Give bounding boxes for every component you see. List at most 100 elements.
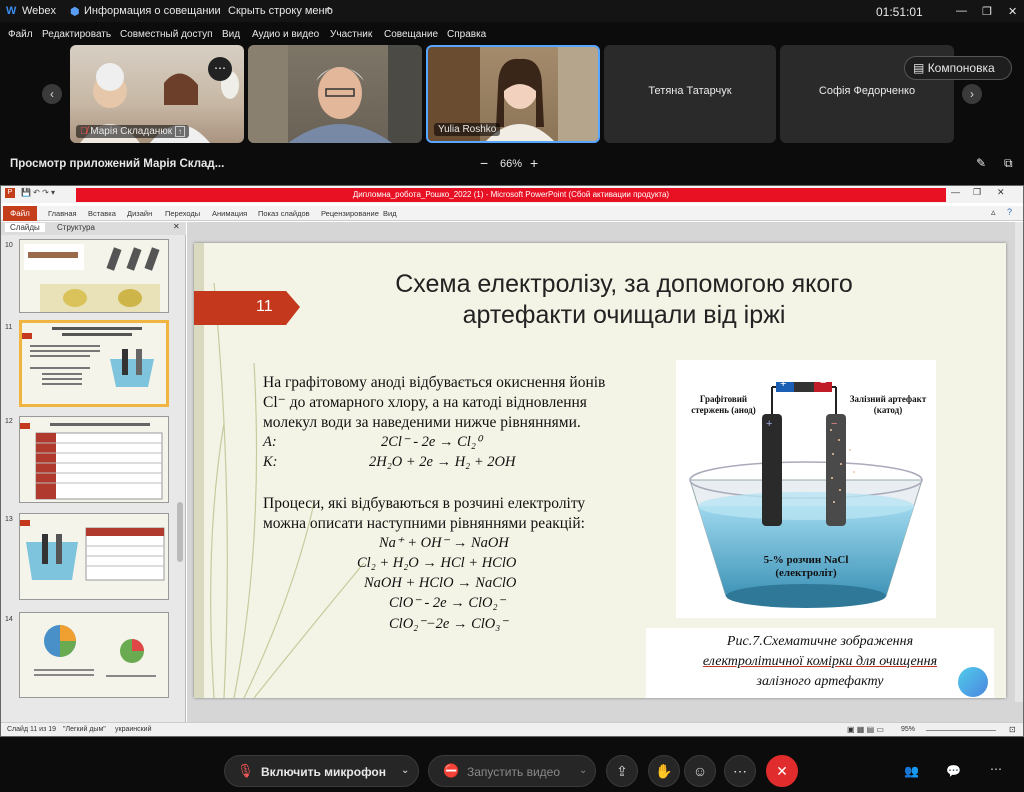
share-content-button[interactable]: ⇪ — [606, 755, 638, 787]
slide-thumbnail-13[interactable] — [19, 513, 169, 600]
cathode-minus-sign: − — [831, 418, 838, 430]
ribbon-tab-transitions[interactable]: Переходы — [165, 209, 200, 218]
meeting-info-button[interactable]: Информация о совещании — [84, 5, 221, 17]
slide-thumbnail-11[interactable] — [19, 320, 169, 407]
mic-muted-icon: 🎙̸ — [80, 126, 88, 137]
more-options-icon[interactable]: ⋯ — [208, 57, 232, 81]
quick-access-icon[interactable]: 💾 ↶ ↷ ▾ — [21, 188, 55, 197]
panel-close-icon[interactable]: ✕ — [173, 222, 180, 231]
annotate-icon[interactable]: ✎ — [976, 156, 986, 170]
app-name: Webex — [22, 5, 57, 17]
slide-thumbnail-14[interactable] — [19, 612, 169, 698]
ribbon-tab-insert[interactable]: Вставка — [88, 209, 116, 218]
zoom-level: 66% — [500, 158, 523, 170]
slide-number-badge: 11 — [256, 298, 273, 315]
ribbon-tab-file[interactable]: Файл — [3, 206, 37, 221]
ribbon-tab-review[interactable]: Рецензирование — [321, 209, 379, 218]
menu-view[interactable]: Вид — [222, 29, 240, 40]
participant-tile-4[interactable]: Тетяна Татарчук — [604, 45, 776, 143]
chevron-up-icon[interactable]: ⌃ — [324, 5, 333, 18]
slide-thumbnail-10[interactable] — [19, 239, 169, 313]
figure-caption: Рис.7.Схематичне зображення електролітич… — [646, 628, 994, 698]
slide-thumbnail-12[interactable] — [19, 416, 169, 503]
menu-help[interactable]: Справка — [447, 29, 486, 40]
webex-watermark-icon — [958, 667, 988, 697]
restore-icon[interactable]: ❐ — [982, 5, 992, 18]
pop-out-icon[interactable]: ⧉ — [1004, 156, 1013, 171]
mic-muted-icon: 🎙 — [237, 763, 254, 778]
prev-participants-button[interactable]: ‹ — [42, 84, 62, 104]
viewing-label: Просмотр приложений Марія Склад... — [10, 158, 225, 170]
participant-video-2 — [248, 45, 422, 143]
menu-participant[interactable]: Участник — [330, 29, 372, 40]
help-icon[interactable]: ? — [1007, 207, 1012, 217]
hide-menu-button[interactable]: Скрыть строку меню — [228, 5, 333, 17]
ppt-title-bar: P 💾 ↶ ↷ ▾ Дипломна_робота_Рошко_2022 (1)… — [1, 186, 1023, 203]
share-screen-icon: ↑ — [174, 126, 185, 137]
menu-meeting[interactable]: Совещание — [384, 29, 438, 40]
reactions-button[interactable]: ☺ — [684, 755, 716, 787]
end-call-button[interactable]: ✕ — [766, 755, 798, 787]
chat-icon[interactable]: 💬 — [946, 764, 961, 778]
menu-edit[interactable]: Редактировать — [42, 29, 111, 40]
video-button-label: Запустить видео — [467, 765, 560, 779]
anode-equation: 2Cl⁻ - 2e → Cl₂⁰ — [381, 434, 482, 450]
panel-tabs: Слайды Структура ✕ — [1, 222, 186, 235]
participants-icon[interactable]: 👥 — [904, 764, 919, 778]
more-button[interactable]: ⋯ — [724, 755, 756, 787]
reaction-4: ClO⁻ - 2e → ClO₂⁻ — [389, 595, 506, 611]
zoom-slider[interactable] — [926, 730, 996, 731]
share-icon: ⇪ — [616, 763, 628, 779]
hand-icon: ✋ — [655, 763, 673, 779]
reaction-1: Na⁺ + OH⁻ → NaOH — [379, 535, 509, 551]
participant-tile-1[interactable]: ⋯ 🎙̸ Марія Складанюк ↑ — [70, 45, 244, 143]
participant-name-1: 🎙̸ Марія Складанюк ↑ — [76, 125, 189, 138]
panel-tab-slides[interactable]: Слайды — [5, 223, 45, 232]
participant-tile-2[interactable] — [248, 45, 422, 143]
video-button[interactable]: ⛔ Запустить видео ⌄ — [428, 755, 596, 787]
ppt-minimize-icon[interactable]: — — [951, 187, 960, 197]
reaction-3: NaOH + HClO → NaClO — [364, 575, 517, 591]
mic-button[interactable]: 🎙 Включить микрофон ⌄ — [224, 755, 419, 787]
ribbon-tab-design[interactable]: Дизайн — [127, 209, 152, 218]
participant-name-5: Софія Федорченко — [818, 85, 916, 97]
participant-tile-3[interactable]: Yulia Roshko — [426, 45, 600, 143]
status-zoom: 95% — [901, 726, 916, 733]
ribbon-tab-view[interactable]: Вид — [383, 209, 397, 218]
ribbon-collapse-icon[interactable]: ▵ — [991, 207, 996, 218]
ppt-restore-icon[interactable]: ❐ — [973, 187, 981, 198]
layout-icon: ▤ — [913, 61, 925, 75]
raise-hand-button[interactable]: ✋ — [648, 755, 680, 787]
ribbon-tab-home[interactable]: Главная — [48, 209, 77, 218]
thumb-12-graphic — [20, 423, 163, 500]
menu-share[interactable]: Совместный доступ — [120, 29, 213, 40]
more-panels-icon[interactable]: ⋯ — [990, 762, 1002, 776]
mic-chevron-icon[interactable]: ⌄ — [401, 765, 409, 776]
ppt-ribbon-tabs: Файл Главная Вставка Дизайн Переходы Ани… — [1, 206, 1023, 221]
layout-button[interactable]: ▤ Компоновка — [904, 56, 1012, 80]
participant-name-3: Yulia Roshko — [434, 123, 501, 136]
more-icon: ⋯ — [733, 763, 747, 779]
ribbon-tab-animation[interactable]: Анимация — [212, 209, 247, 218]
ribbon-tab-slideshow[interactable]: Показ слайдов — [258, 209, 310, 218]
panel-tab-outline[interactable]: Структура — [57, 223, 95, 232]
zoom-in-button[interactable]: + — [530, 155, 538, 171]
video-chevron-icon[interactable]: ⌄ — [579, 765, 587, 776]
menu-audio-video[interactable]: Аудио и видео — [252, 29, 319, 40]
zoom-out-button[interactable]: − — [480, 155, 488, 171]
close-icon[interactable]: ✕ — [1008, 5, 1017, 18]
cathode-label-figure: Залізний артефакт (катод) — [849, 394, 927, 415]
thumb-number-12: 12 — [5, 418, 13, 425]
panel-scrollbar[interactable] — [177, 502, 183, 562]
fit-window-icon[interactable]: ⊡ — [1009, 725, 1016, 734]
minimize-icon[interactable]: — — [956, 5, 967, 17]
status-theme: "Легкий дым" — [63, 726, 106, 733]
slides-panel: Слайды Структура ✕ 10 11 12 13 14 — [1, 222, 186, 722]
next-participants-button[interactable]: › — [962, 84, 982, 104]
menu-file[interactable]: Файл — [8, 29, 33, 40]
edit-area-scrollbar[interactable] — [1015, 222, 1023, 702]
anode-label-figure: Графітовий стержень (анод) — [691, 394, 756, 415]
view-buttons-icon[interactable]: ▣ ▦ ▤ ▭ — [847, 725, 884, 734]
ppt-close-icon[interactable]: ✕ — [997, 187, 1005, 198]
mic-button-label: Включить микрофон — [261, 765, 387, 779]
